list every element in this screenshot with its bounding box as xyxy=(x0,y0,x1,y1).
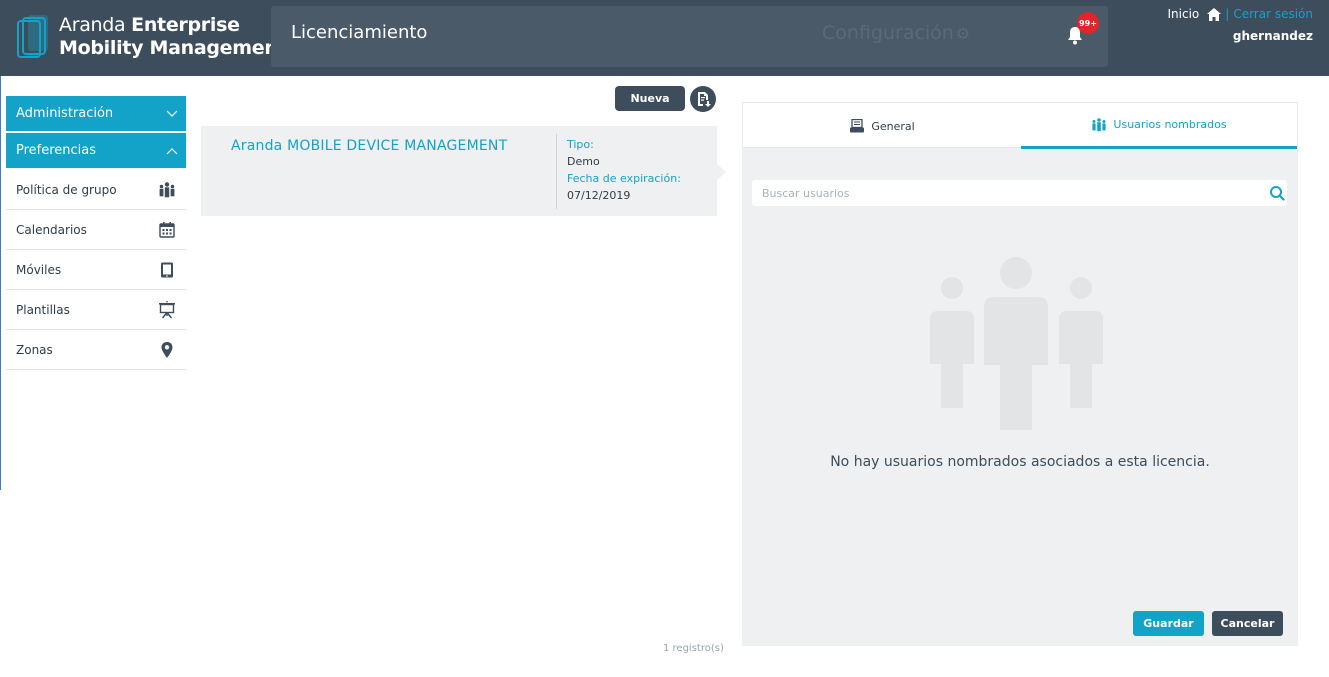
home-link[interactable]: Inicio xyxy=(1168,7,1200,21)
config-label: Configuración xyxy=(822,22,954,44)
sidebar-item-label: Política de grupo xyxy=(16,182,117,197)
location-pin-icon xyxy=(161,341,173,358)
tab-usuarios-nombrados[interactable]: Usuarios nombrados xyxy=(1021,103,1297,149)
cancel-button[interactable]: Cancelar xyxy=(1212,611,1283,636)
presentation-icon xyxy=(159,300,175,318)
sidebar-item-plantillas[interactable]: Plantillas xyxy=(6,290,186,330)
top-links: Inicio | Cerrar sesión xyxy=(1168,7,1314,21)
sidebar: Administración Preferencias Política de … xyxy=(6,96,186,370)
app-header: Aranda Enterprise Mobility Management Li… xyxy=(0,0,1329,76)
tab-label: General xyxy=(871,119,915,133)
home-icon[interactable] xyxy=(1207,7,1222,21)
tab-general[interactable]: General xyxy=(743,103,1021,149)
sidebar-item-moviles[interactable]: Móviles xyxy=(6,250,186,290)
detail-tabs: General Usuarios nombrados xyxy=(742,102,1298,149)
sidebar-item-label: Zonas xyxy=(16,342,53,357)
license-divider xyxy=(556,134,557,209)
search-input[interactable] xyxy=(752,180,1252,206)
brand-name: Aranda Enterprise Mobility Management xyxy=(59,14,287,59)
chevron-down-icon xyxy=(166,110,178,117)
empty-state-message: No hay usuarios nombrados asociados a es… xyxy=(830,454,1210,470)
selected-card-pointer xyxy=(717,164,726,180)
logout-link[interactable]: Cerrar sesión xyxy=(1233,7,1313,21)
license-expiry-label: Fecha de expiración: xyxy=(567,172,681,185)
new-license-button[interactable]: Nueva xyxy=(615,86,685,111)
license-type-value: Demo xyxy=(567,155,600,168)
sidebar-item-calendarios[interactable]: Calendarios xyxy=(6,210,186,250)
license-name[interactable]: Aranda MOBILE DEVICE MANAGEMENT xyxy=(231,138,507,154)
sidebar-item-label: Plantillas xyxy=(16,302,70,317)
chevron-up-icon xyxy=(166,147,178,154)
sidebar-section-administracion[interactable]: Administración xyxy=(6,96,186,131)
header-title-panel: Licenciamiento Configuración ⚙ 99+ xyxy=(271,6,1108,67)
sidebar-section-preferencias[interactable]: Preferencias xyxy=(6,133,186,168)
username: ghernandez xyxy=(1232,29,1313,43)
sidebar-item-label: Móviles xyxy=(16,262,62,277)
page-title: Licenciamiento xyxy=(291,22,428,43)
section-label: Administración xyxy=(16,106,114,121)
left-accent-border xyxy=(0,76,1,490)
search-icon[interactable] xyxy=(1269,185,1285,201)
export-document-icon xyxy=(698,92,711,107)
notification-badge: 99+ xyxy=(1077,12,1099,34)
config-menu[interactable]: Configuración ⚙ xyxy=(822,22,970,44)
document-icon xyxy=(850,119,865,133)
license-type-label: Tipo: xyxy=(567,138,594,151)
export-button[interactable] xyxy=(690,86,716,112)
link-separator: | xyxy=(1225,7,1230,21)
license-meta: Tipo: Demo Fecha de expiración: 07/12/20… xyxy=(567,136,681,204)
sidebar-item-label: Calendarios xyxy=(16,222,87,237)
users-icon xyxy=(1092,117,1107,131)
calendar-icon xyxy=(159,221,175,238)
user-search xyxy=(752,180,1287,206)
empty-users-illustration-icon xyxy=(930,257,1103,430)
save-button[interactable]: Guardar xyxy=(1133,611,1204,636)
license-expiry-value: 07/12/2019 xyxy=(567,189,631,202)
section-label: Preferencias xyxy=(16,143,97,158)
tab-label: Usuarios nombrados xyxy=(1113,118,1227,131)
gear-icon: ⚙ xyxy=(955,24,971,43)
mobile-icon xyxy=(161,262,173,277)
license-card[interactable]: Aranda MOBILE DEVICE MANAGEMENT Tipo: De… xyxy=(201,126,717,216)
license-detail-panel: General Usuarios nombrados No hay usuari… xyxy=(742,102,1298,646)
app-logo-icon xyxy=(17,15,48,58)
record-count: 1 registro(s) xyxy=(663,643,724,654)
sidebar-item-politica-de-grupo[interactable]: Política de grupo xyxy=(6,170,186,210)
group-icon xyxy=(159,181,175,197)
sidebar-item-zonas[interactable]: Zonas xyxy=(6,330,186,370)
